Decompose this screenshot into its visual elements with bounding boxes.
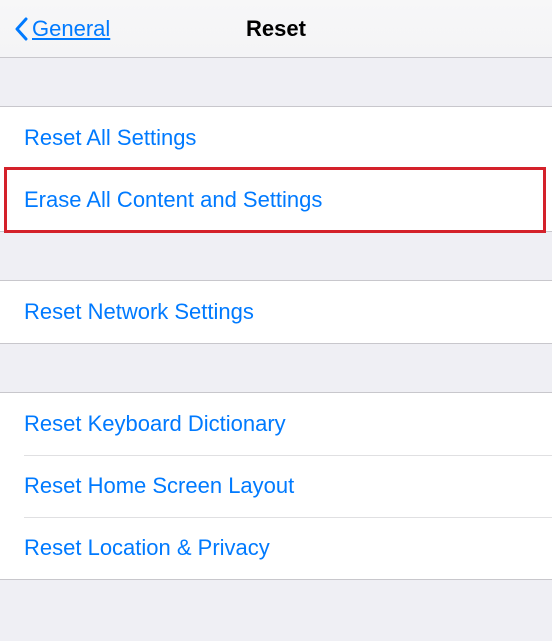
erase-all-content-row[interactable]: Erase All Content and Settings (0, 169, 552, 231)
back-label: General (32, 16, 110, 42)
back-button[interactable]: General (0, 16, 110, 42)
row-label: Reset Location & Privacy (24, 535, 270, 561)
chevron-left-icon (14, 17, 28, 41)
row-label: Erase All Content and Settings (24, 187, 322, 213)
row-label: Reset Keyboard Dictionary (24, 411, 286, 437)
page-title: Reset (246, 16, 306, 42)
reset-keyboard-dictionary-row[interactable]: Reset Keyboard Dictionary (0, 393, 552, 455)
row-label: Reset All Settings (24, 125, 196, 151)
reset-network-settings-row[interactable]: Reset Network Settings (0, 281, 552, 343)
nav-header: General Reset (0, 0, 552, 58)
row-label: Reset Network Settings (24, 299, 254, 325)
settings-group-1: Reset All Settings Erase All Content and… (0, 106, 552, 232)
section-spacer (0, 58, 552, 106)
highlight-wrapper: Erase All Content and Settings (0, 169, 552, 231)
section-spacer (0, 344, 552, 392)
reset-all-settings-row[interactable]: Reset All Settings (0, 107, 552, 169)
reset-home-screen-layout-row[interactable]: Reset Home Screen Layout (0, 455, 552, 517)
row-label: Reset Home Screen Layout (24, 473, 294, 499)
section-spacer (0, 232, 552, 280)
settings-group-3: Reset Keyboard Dictionary Reset Home Scr… (0, 392, 552, 580)
reset-location-privacy-row[interactable]: Reset Location & Privacy (0, 517, 552, 579)
settings-group-2: Reset Network Settings (0, 280, 552, 344)
